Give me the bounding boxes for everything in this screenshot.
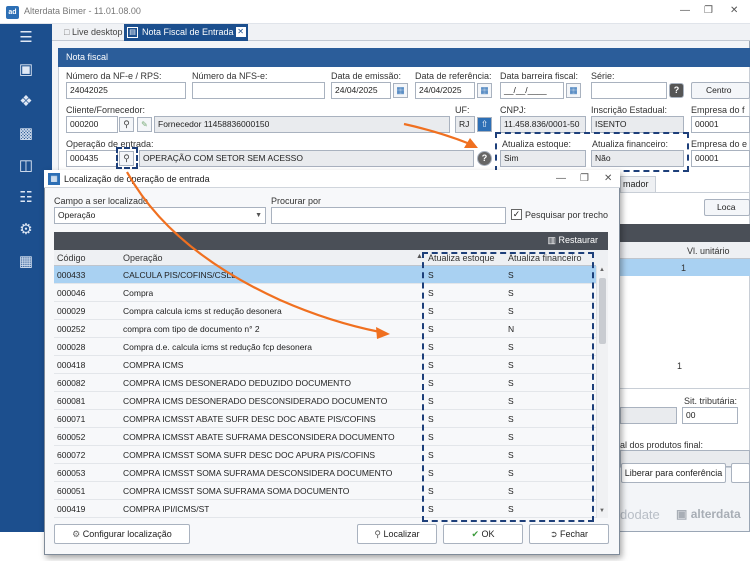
arrow-to-atualiza bbox=[403, 122, 471, 146]
arrow-to-columns bbox=[126, 171, 381, 334]
annotation-arrows bbox=[126, 122, 478, 339]
arrowhead bbox=[376, 327, 390, 339]
